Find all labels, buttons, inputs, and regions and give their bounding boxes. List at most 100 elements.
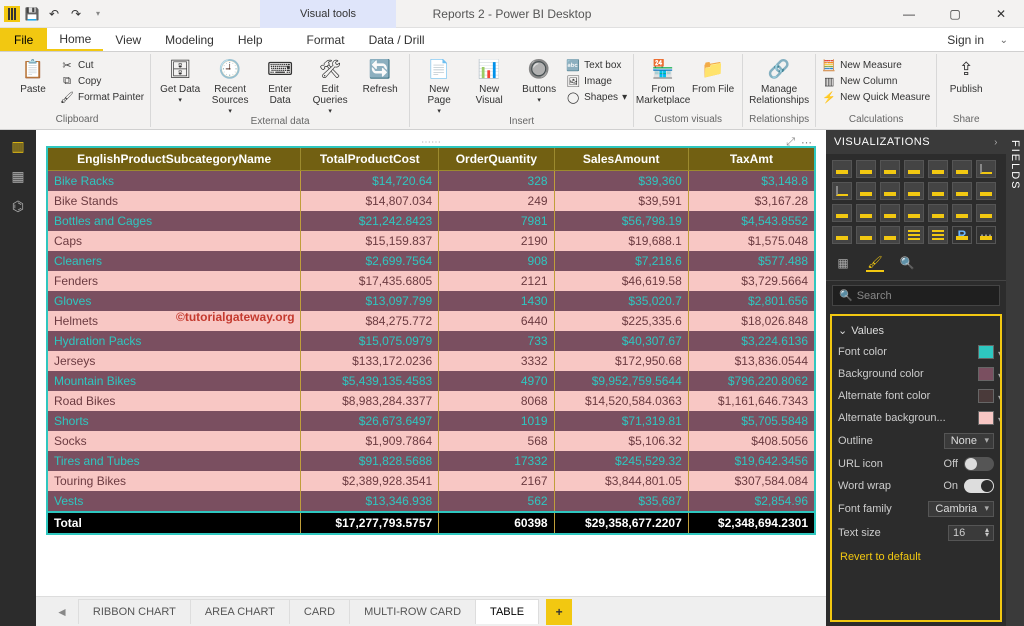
report-view-icon[interactable]: ▥: [8, 136, 28, 156]
copy-button[interactable]: ⧉Copy: [60, 74, 144, 88]
column-header[interactable]: OrderQuantity: [439, 147, 554, 171]
viz-line-icon[interactable]: [976, 160, 996, 178]
new-column-button[interactable]: ▥New Column: [822, 74, 930, 88]
table-row[interactable]: Road Bikes$8,983,284.33778068$14,520,584…: [47, 391, 815, 411]
collapse-pane-icon[interactable]: ›: [994, 137, 998, 148]
viz-funnel-icon[interactable]: [928, 204, 948, 222]
column-header[interactable]: TaxAmt: [688, 147, 815, 171]
text-box-button[interactable]: 🔤Text box: [566, 58, 627, 72]
tab-modeling[interactable]: Modeling: [153, 28, 226, 51]
more-options-icon[interactable]: ⋯: [801, 136, 812, 149]
viz-clustered-bar-icon[interactable]: [880, 160, 900, 178]
visualizations-header[interactable]: VISUALIZATIONS›: [826, 130, 1006, 154]
viz-slicer-icon[interactable]: [880, 226, 900, 244]
table-row[interactable]: Touring Bikes$2,389,928.35412167$3,844,8…: [47, 471, 815, 491]
page-tab-ribbon-chart[interactable]: RIBBON CHART: [78, 599, 191, 624]
viz-area-icon[interactable]: [832, 182, 852, 200]
viz-card-icon[interactable]: [976, 204, 996, 222]
table-row[interactable]: Socks$1,909.7864568$5,106.32$408.5056: [47, 431, 815, 451]
viz-ribbon-icon[interactable]: [904, 182, 924, 200]
table-row[interactable]: Fenders$17,435.68052121$46,619.58$3,729.…: [47, 271, 815, 291]
viz-waterfall-icon[interactable]: [928, 182, 948, 200]
viz-filled-map-icon[interactable]: [904, 204, 924, 222]
viz-stacked-column-icon[interactable]: [856, 160, 876, 178]
shapes-button[interactable]: ◯Shapes ▾: [566, 90, 627, 104]
format-painter-button[interactable]: 🖌Format Painter: [60, 90, 144, 104]
redo-icon[interactable]: ↷: [66, 4, 86, 24]
viz-stacked-bar-icon[interactable]: [832, 160, 852, 178]
new-quick-measure-button[interactable]: ⚡New Quick Measure: [822, 90, 930, 104]
collapse-ribbon-icon[interactable]: ⌄: [1000, 28, 1008, 52]
new-page-button[interactable]: 📄New Page▾: [416, 54, 462, 116]
table-row[interactable]: Hydration Packs$15,075.0979733$40,307.67…: [47, 331, 815, 351]
tab-format[interactable]: Format: [295, 28, 357, 51]
table-row[interactable]: Helmets$84,275.7726440$225,335.6$18,026.…: [47, 311, 815, 331]
table-row[interactable]: Cleaners$2,699.7564908$7,218.6$577.488: [47, 251, 815, 271]
new-measure-button[interactable]: 🧮New Measure: [822, 58, 930, 72]
viz-kpi-icon[interactable]: [856, 226, 876, 244]
viz-matrix-icon[interactable]: [928, 226, 948, 244]
focus-mode-icon[interactable]: ⤢: [786, 136, 795, 149]
table-row[interactable]: Mountain Bikes$5,439,135.45834970$9,952,…: [47, 371, 815, 391]
viz-treemap-icon[interactable]: [856, 204, 876, 222]
column-header[interactable]: EnglishProductSubcategoryName: [47, 147, 301, 171]
cut-button[interactable]: ✂Cut: [60, 58, 144, 72]
table-row[interactable]: Gloves$13,097.7991430$35,020.7$2,801.656: [47, 291, 815, 311]
viz-scatter-icon[interactable]: [952, 182, 972, 200]
save-icon[interactable]: 💾: [22, 4, 42, 24]
add-page-button[interactable]: +: [546, 599, 572, 625]
alt-background-color-swatch[interactable]: ▾: [978, 411, 994, 425]
viz-100-bar-icon[interactable]: [928, 160, 948, 178]
revert-to-default-link[interactable]: Revert to default: [836, 545, 996, 569]
buttons-button[interactable]: 🔘Buttons▾: [516, 54, 562, 105]
viz-map-icon[interactable]: [880, 204, 900, 222]
url-icon-toggle[interactable]: [964, 457, 994, 471]
page-tab-area-chart[interactable]: AREA CHART: [190, 599, 290, 624]
viz-table-icon[interactable]: [904, 226, 924, 244]
new-visual-button[interactable]: 📊New Visual: [466, 54, 512, 106]
column-header[interactable]: TotalProductCost: [301, 147, 439, 171]
model-view-icon[interactable]: ⌬: [8, 196, 28, 216]
from-marketplace-button[interactable]: 🏪From Marketplace: [640, 54, 686, 106]
tab-help[interactable]: Help: [226, 28, 275, 51]
get-data-button[interactable]: 🗄Get Data▾: [157, 54, 203, 105]
format-search-input[interactable]: 🔍Search: [832, 285, 1000, 306]
page-nav-left[interactable]: ◄: [56, 605, 68, 619]
font-color-swatch[interactable]: ▾: [978, 345, 994, 359]
tab-data-drill[interactable]: Data / Drill: [357, 28, 437, 51]
page-tab-card[interactable]: CARD: [289, 599, 350, 624]
edit-queries-button[interactable]: 🛠Edit Queries▾: [307, 54, 353, 116]
viz-100-column-icon[interactable]: [952, 160, 972, 178]
table-row[interactable]: Vests$13,346.938562$35,687$2,854.96: [47, 491, 815, 512]
close-button[interactable]: ✕: [978, 0, 1024, 28]
analytics-tab-icon[interactable]: 🔍: [898, 254, 916, 272]
maximize-button[interactable]: ▢: [932, 0, 978, 28]
recent-sources-button[interactable]: 🕘Recent Sources▾: [207, 54, 253, 116]
text-size-spinner[interactable]: 16▴▾: [948, 525, 994, 541]
data-view-icon[interactable]: ▦: [8, 166, 28, 186]
table-row[interactable]: Caps$15,159.8372190$19,688.1$1,575.048: [47, 231, 815, 251]
format-tab-icon[interactable]: 🖌: [866, 254, 884, 272]
alt-font-color-swatch[interactable]: ▾: [978, 389, 994, 403]
outline-select[interactable]: None: [944, 433, 994, 449]
publish-button[interactable]: ⇪Publish: [943, 54, 989, 95]
qat-dropdown-icon[interactable]: ▾: [88, 4, 108, 24]
table-row[interactable]: Bottles and Cages$21,242.84237981$56,798…: [47, 211, 815, 231]
tab-view[interactable]: View: [103, 28, 153, 51]
viz-donut-icon[interactable]: [832, 204, 852, 222]
values-section-header[interactable]: ⌄Values: [836, 320, 996, 341]
viz-line-column-icon[interactable]: [880, 182, 900, 200]
viz-multi-row-card-icon[interactable]: [832, 226, 852, 244]
undo-icon[interactable]: ↶: [44, 4, 64, 24]
fields-tab-icon[interactable]: ▦: [834, 254, 852, 272]
file-menu[interactable]: File: [0, 28, 47, 51]
sign-in-link[interactable]: Sign in: [947, 28, 984, 52]
image-button[interactable]: 🖼Image: [566, 74, 627, 88]
page-tab-table[interactable]: TABLE: [475, 599, 539, 624]
viz-stacked-area-icon[interactable]: [856, 182, 876, 200]
paste-button[interactable]: 📋Paste: [10, 54, 56, 95]
tab-home[interactable]: Home: [47, 28, 103, 51]
viz-pie-icon[interactable]: [976, 182, 996, 200]
viz-clustered-column-icon[interactable]: [904, 160, 924, 178]
from-file-button[interactable]: 📁From File: [690, 54, 736, 95]
